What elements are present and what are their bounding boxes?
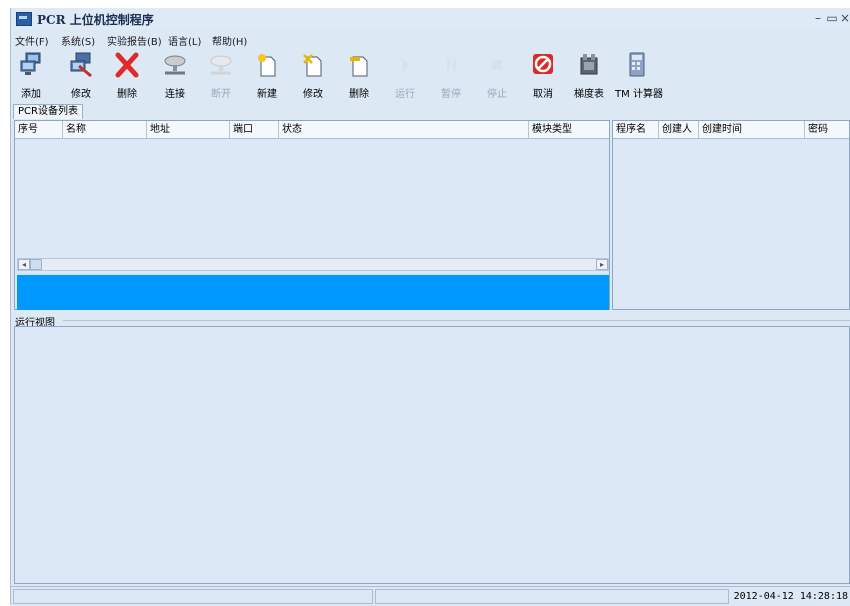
- toolbar: 添加 修改 删除 连接 断开 新建 修改 删除 运行 暂停 停止 取消 梯度表 …: [11, 50, 850, 110]
- toolbar-label: 新建: [257, 89, 277, 100]
- device-table-header: 序号 名称 地址 端口 状态 模块类型: [15, 121, 609, 139]
- run-view-panel: [14, 326, 850, 584]
- column-header[interactable]: 创建人: [659, 121, 699, 138]
- group-divider: [63, 320, 850, 321]
- app-logo-icon: [16, 12, 32, 26]
- connect-icon: [164, 55, 186, 75]
- column-header[interactable]: 密码: [805, 121, 849, 138]
- toolbar-label: 断开: [211, 89, 231, 100]
- minimize-button[interactable]: –: [811, 11, 825, 25]
- toolbar-label: 添加: [21, 89, 41, 100]
- column-header[interactable]: 程序名: [613, 121, 659, 138]
- toolbar-label: 删除: [349, 89, 369, 100]
- tab-device-list[interactable]: PCR设备列表: [13, 104, 83, 119]
- delete-device-button[interactable]: 删除: [107, 50, 147, 108]
- horizontal-scrollbar[interactable]: ◂ ▸: [17, 258, 609, 271]
- connect-button[interactable]: 连接: [155, 50, 195, 108]
- status-bar: 2012-04-12 14:28:18: [11, 586, 850, 606]
- scroll-thumb[interactable]: [30, 259, 42, 270]
- delete-x-icon: [115, 52, 139, 78]
- edit-program-button[interactable]: 修改: [293, 50, 333, 108]
- column-header[interactable]: 状态: [279, 121, 529, 138]
- delete-program-button[interactable]: 删除: [339, 50, 379, 108]
- status-segment: [13, 589, 373, 604]
- toolbar-label: 梯度表: [574, 89, 604, 100]
- toolbar-label: 删除: [117, 89, 137, 100]
- toolbar-label: 连接: [165, 89, 185, 100]
- new-program-button[interactable]: 新建: [247, 50, 287, 108]
- toolbar-label: 取消: [533, 89, 553, 100]
- menu-help[interactable]: 帮助(H): [212, 33, 247, 48]
- device-list-panel: 序号 名称 地址 端口 状态 模块类型 ◂ ▸: [14, 120, 610, 310]
- gradient-table-button[interactable]: 梯度表: [569, 50, 609, 108]
- gradient-table-icon: [580, 54, 598, 75]
- delete-file-icon: [350, 56, 368, 77]
- stop-icon: [492, 60, 502, 70]
- toolbar-label: 停止: [487, 89, 507, 100]
- new-file-icon: [258, 54, 276, 77]
- tm-calculator-button[interactable]: TM 计算器: [615, 50, 663, 108]
- scroll-right-icon[interactable]: ▸: [596, 259, 608, 270]
- scroll-left-icon[interactable]: ◂: [18, 259, 30, 270]
- column-header[interactable]: 模块类型: [529, 121, 609, 138]
- toolbar-label: 修改: [71, 89, 91, 100]
- status-datetime: 2012-04-12 14:28:18: [733, 591, 848, 602]
- column-header[interactable]: 地址: [147, 121, 230, 138]
- disconnect-button[interactable]: 断开: [201, 50, 241, 108]
- close-button[interactable]: ×: [838, 11, 850, 25]
- toolbar-label: 暂停: [441, 89, 461, 100]
- program-table-header: 程序名 创建人 创建时间 密码: [613, 121, 849, 139]
- disconnect-icon: [210, 55, 232, 75]
- add-device-button[interactable]: 添加: [11, 50, 51, 108]
- column-header[interactable]: 名称: [63, 121, 147, 138]
- menu-language[interactable]: 语言(L): [168, 33, 201, 48]
- progress-bar: [17, 273, 609, 310]
- menu-bar: 文件(F) 系统(S) 实验报告(B) 语言(L) 帮助(H): [11, 32, 850, 48]
- pause-button[interactable]: 暂停: [431, 50, 471, 108]
- cancel-button[interactable]: 取消: [523, 50, 563, 108]
- title-bar: PCR 上位机控制程序 – ▭ ×: [11, 8, 850, 30]
- pause-icon: [447, 59, 456, 71]
- edit-file-icon: [303, 54, 322, 77]
- toolbar-label: 运行: [395, 89, 415, 100]
- run-button[interactable]: 运行: [385, 50, 425, 108]
- column-header[interactable]: 端口: [230, 121, 279, 138]
- app-window: PCR 上位机控制程序 – ▭ × 文件(F) 系统(S) 实验报告(B) 语言…: [10, 8, 850, 606]
- program-list-panel: 程序名 创建人 创建时间 密码: [612, 120, 850, 310]
- play-icon: [402, 58, 410, 72]
- edit-device-button[interactable]: 修改: [61, 50, 101, 108]
- edit-device-icon: [70, 52, 92, 78]
- add-device-icon: [20, 52, 41, 75]
- cancel-icon: [533, 54, 553, 74]
- stop-button[interactable]: 停止: [477, 50, 517, 108]
- calculator-icon: [629, 52, 645, 77]
- toolbar-label: 修改: [303, 89, 323, 100]
- menu-system[interactable]: 系统(S): [61, 33, 95, 48]
- menu-file[interactable]: 文件(F): [15, 33, 49, 48]
- menu-report[interactable]: 实验报告(B): [107, 33, 162, 48]
- maximize-button[interactable]: ▭: [825, 11, 839, 25]
- column-header[interactable]: 创建时间: [699, 121, 805, 138]
- window-title: PCR 上位机控制程序: [37, 13, 154, 27]
- toolbar-label: TM 计算器: [615, 89, 663, 100]
- column-header[interactable]: 序号: [15, 121, 63, 138]
- status-segment: [375, 589, 729, 604]
